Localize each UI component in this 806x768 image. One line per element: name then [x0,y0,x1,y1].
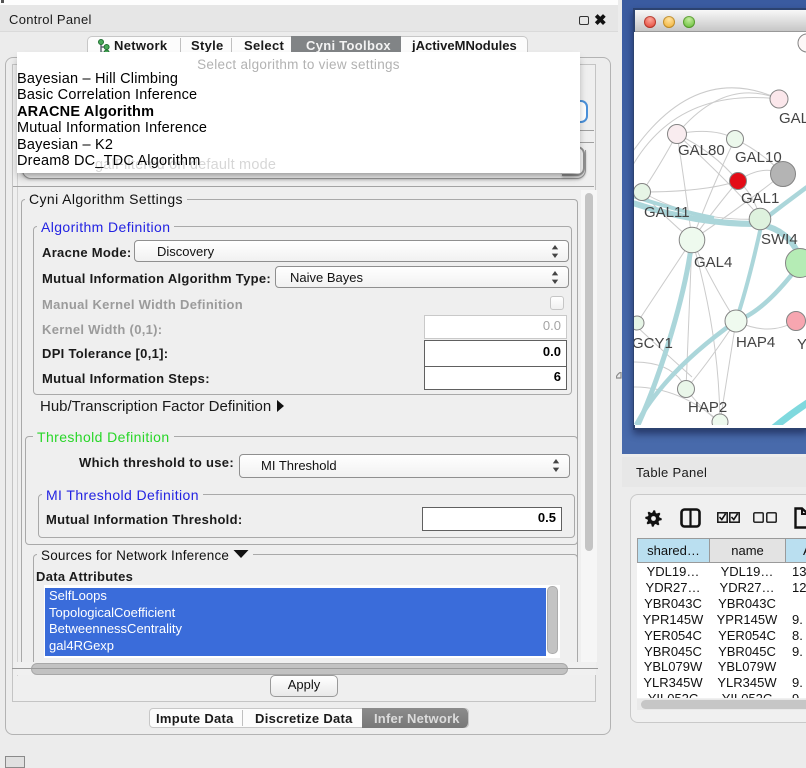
svg-text:GAL80: GAL80 [678,142,725,159]
svg-text:HAP4: HAP4 [736,334,775,351]
svg-text:GAL1: GAL1 [741,190,779,207]
svg-text:GAL: GAL [779,110,806,127]
svg-text:GAL11: GAL11 [644,204,690,221]
svg-text:HAP2: HAP2 [688,399,727,416]
svg-text:SWI4: SWI4 [761,231,798,248]
svg-text:GAL4: GAL4 [694,254,732,271]
svg-text:GAL10: GAL10 [735,149,782,166]
svg-text:Y: Y [797,336,806,353]
svg-text:GCY1: GCY1 [634,335,673,352]
